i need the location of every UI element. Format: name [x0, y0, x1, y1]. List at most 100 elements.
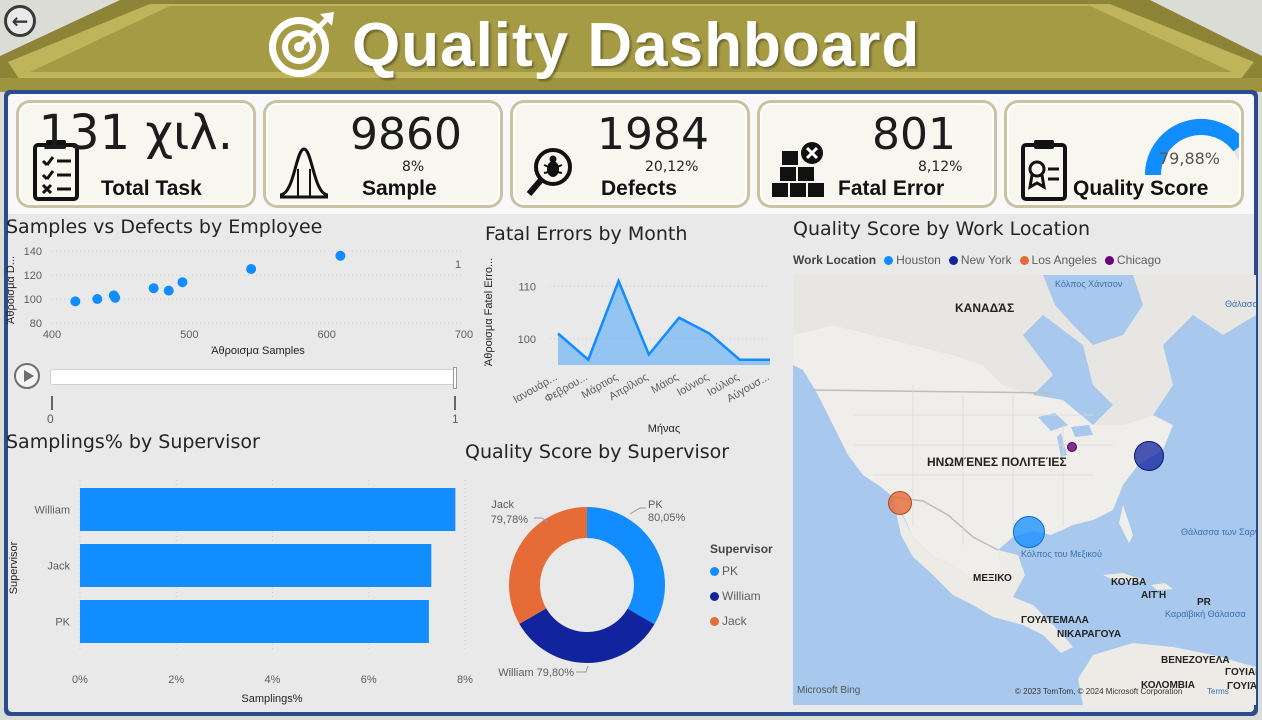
- fatal-errors-chart[interactable]: 100110Ιανουάρ...Φεβρου...ΜάρτιοςΑπρίλιος…: [480, 250, 780, 440]
- donut-slice[interactable]: [587, 507, 665, 625]
- map-label-caribbean: Καραϊβική Θάλασσα: [1165, 609, 1246, 619]
- target-logo-icon: [269, 12, 334, 77]
- donut-legend-item[interactable]: William: [702, 589, 761, 603]
- kpi-card-fatal-error[interactable]: 801 8,12% Fatal Error: [757, 100, 997, 208]
- legend-label: Jack: [722, 614, 747, 628]
- kpi-card-sample[interactable]: 9860 8% Sample: [263, 100, 503, 208]
- donut-title: Quality Score by Supervisor: [465, 441, 730, 463]
- y-axis-title: Άθροισμα Fatel Erro...: [483, 258, 495, 366]
- y-tick-label: 80: [30, 318, 42, 330]
- bar[interactable]: [80, 600, 429, 643]
- scatter-point[interactable]: [70, 296, 81, 307]
- donut-legend-item[interactable]: PK: [702, 564, 738, 578]
- kpi-card-total-task[interactable]: 131 χιλ. Total Task: [16, 100, 256, 208]
- map-label-mexico: ΜΕΞΙΚΟ: [973, 573, 1012, 584]
- x-tick-label: 0%: [72, 674, 88, 686]
- legend-label[interactable]: Houston: [896, 253, 941, 267]
- x-tick-label: 4%: [265, 674, 281, 686]
- bing-logo: Microsoft Bing: [797, 685, 861, 696]
- x-tick-label: Ιούνιος: [675, 371, 711, 399]
- x-tick-label: 500: [180, 329, 198, 341]
- x-tick-label: 400: [43, 329, 61, 341]
- map-bubble-new-york[interactable]: [1134, 441, 1164, 471]
- play-axis-handle[interactable]: [453, 367, 457, 389]
- fatal-title: Fatal Errors by Month: [485, 223, 688, 245]
- map-title: Quality Score by Work Location: [793, 218, 1091, 240]
- map-terms-link[interactable]: Terms: [1207, 687, 1229, 696]
- kpi-card-quality-score[interactable]: 79,88% Quality Score: [1004, 100, 1244, 208]
- map-label-gulf: Κόλπος του Μεξικού: [1021, 549, 1102, 559]
- legend-label: William: [722, 589, 761, 603]
- kpi-label: Defects: [601, 177, 677, 200]
- legend-dot: [710, 566, 719, 576]
- scatter-point[interactable]: [92, 294, 103, 304]
- map-legend-title: Work Location: [793, 253, 877, 267]
- slice-name: Jack: [491, 499, 514, 511]
- legend-label[interactable]: Chicago: [1117, 253, 1161, 267]
- kpi-percent: 8,12%: [918, 159, 963, 175]
- map-bubble-los-angeles[interactable]: [888, 491, 912, 515]
- scatter-point[interactable]: [246, 264, 257, 274]
- map-label-labrador: Θάλασσα Λαμπρ...: [1225, 299, 1256, 309]
- map-legend: Work Location Houston New York Los Angel…: [793, 253, 1161, 267]
- y-axis-title: Supervisor: [8, 541, 20, 594]
- map-bubble-chicago[interactable]: [1067, 442, 1077, 452]
- map-bubble-houston[interactable]: [1013, 516, 1045, 548]
- play-axis-track: [51, 396, 456, 410]
- map-label-nicaragua: ΝΙΚΑΡΑΓΟΥΑ: [1057, 629, 1122, 640]
- donut-legend-item[interactable]: Jack: [702, 614, 747, 628]
- page-title: Quality Dashboard: [352, 10, 921, 80]
- kpi-value: 1984: [597, 109, 709, 160]
- x-tick-label: 600: [317, 329, 335, 341]
- map-label-hudson: Κόλπος Χάντσον: [1055, 279, 1123, 289]
- title-row: Quality Dashboard: [266, 6, 920, 84]
- play-frame-label: 1: [455, 259, 461, 271]
- scatter-point[interactable]: [148, 283, 159, 294]
- slice-label: 79,78%: [491, 514, 529, 526]
- back-button[interactable]: ←: [4, 5, 36, 37]
- x-axis-title: Samplings%: [241, 693, 302, 705]
- legend-label: PK: [722, 564, 739, 578]
- map-label-guiana: ΓΟΥΙΆΝΑ: [1227, 681, 1256, 692]
- donut-slice[interactable]: [519, 608, 655, 663]
- kpi-label: Quality Score: [1073, 177, 1209, 200]
- x-tick-label: 6%: [361, 674, 377, 686]
- legend-dot: [1104, 255, 1114, 265]
- legend-dot: [710, 591, 719, 601]
- bar[interactable]: [80, 544, 432, 587]
- play-button[interactable]: [14, 363, 40, 389]
- kpi-card-defects[interactable]: 1984 20,12% Defects: [510, 100, 750, 208]
- map-label-usa: ΗΝΩΜΈΝΕΣ ΠΟΛΙΤΕΊΕΣ: [927, 455, 1067, 469]
- work-location-map[interactable]: ΚΑΝΑΔΆΣ ΗΝΩΜΈΝΕΣ ΠΟΛΙΤΕΊΕΣ ΜΕΞΙΚΟ ΚΟΥΒΑ …: [793, 275, 1256, 705]
- arrow-left-icon: ←: [11, 9, 29, 33]
- boxes-x-icon: [772, 142, 824, 197]
- scatter-point[interactable]: [110, 292, 121, 303]
- y-tick-label: 110: [518, 281, 536, 293]
- play-axis-slider[interactable]: [50, 367, 457, 389]
- scatter-chart[interactable]: 80 100 120 140 400 500 600 700 Άθροισμα Samples Ά…: [0, 240, 480, 360]
- map-label-guyana: ΓΟΥΙΑΝΑ: [1225, 667, 1256, 678]
- x-axis-title: Άθροισμα Samples: [211, 345, 305, 357]
- leader-line: [629, 507, 646, 515]
- samplings-bar-chart[interactable]: 0% 2% 4% 6% 8%WilliamJackPKSamplings%Supervi…: [0, 470, 480, 710]
- scatter-point[interactable]: [163, 285, 174, 296]
- y-tick-label: 100: [24, 294, 42, 306]
- map-label-guatemala: ΓΟΥΑΤΕΜΑΛΑ: [1021, 615, 1089, 626]
- kpi-percent: 20,12%: [645, 159, 699, 175]
- y-tick-label: 120: [24, 270, 42, 282]
- x-tick-label: 700: [455, 329, 473, 341]
- x-axis-title: Μήνας: [648, 423, 680, 435]
- play-axis-end: 1: [452, 412, 459, 426]
- legend-label[interactable]: New York: [961, 253, 1012, 267]
- bug-magnifier-icon: [526, 148, 572, 196]
- legend-label[interactable]: Los Angeles: [1032, 253, 1097, 267]
- scatter-point[interactable]: [335, 250, 346, 261]
- kpi-label: Total Task: [101, 177, 202, 200]
- scatter-title: Samples vs Defects by Employee: [6, 216, 323, 238]
- scatter-point[interactable]: [177, 277, 188, 288]
- map-label-haiti: ΑΙΤΉ: [1141, 590, 1167, 601]
- map-label-canada: ΚΑΝΑΔΆΣ: [955, 301, 1015, 315]
- legend-dot: [1019, 255, 1029, 265]
- map-basemap: [793, 275, 1256, 705]
- bar[interactable]: [80, 488, 456, 531]
